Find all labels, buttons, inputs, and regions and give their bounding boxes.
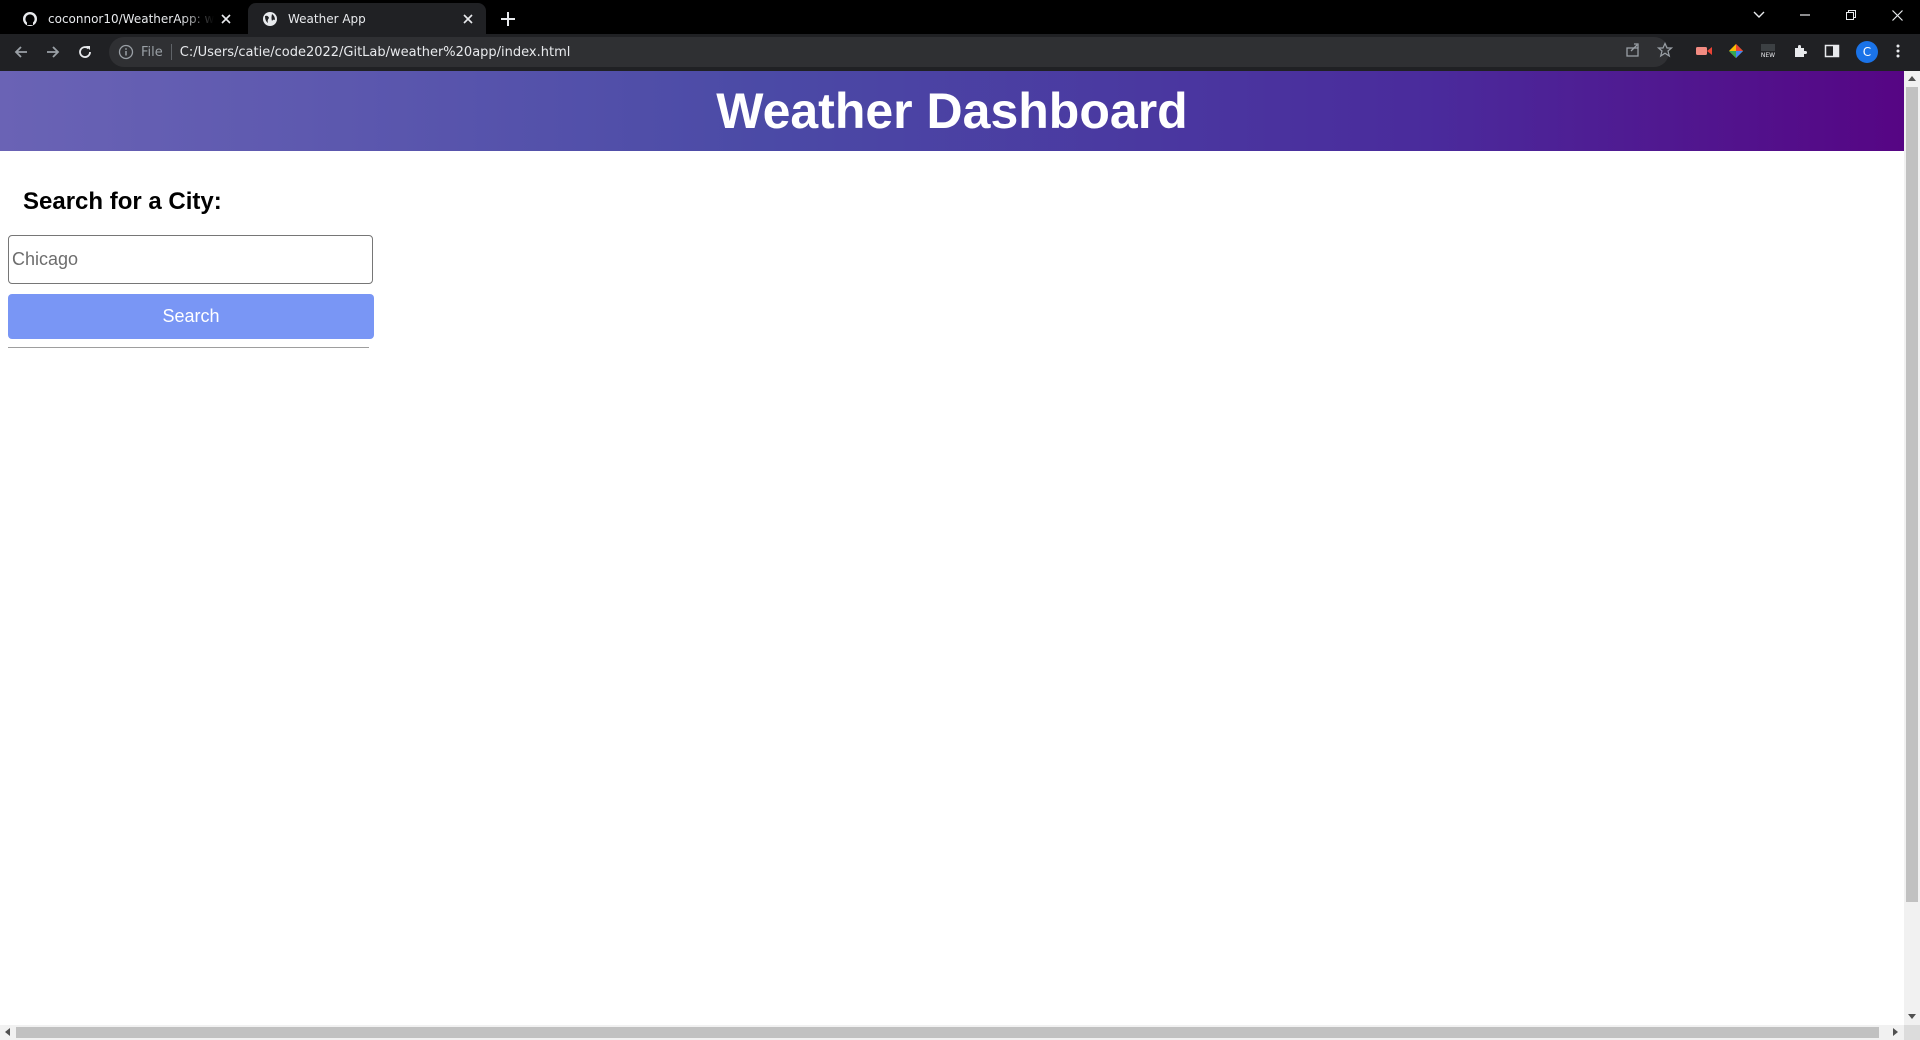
tab-title: coconnor10/WeatherApp: weathe: [48, 11, 214, 26]
new-badge-extension-icon[interactable]: NEW: [1758, 41, 1778, 61]
tab-github[interactable]: coconnor10/WeatherApp: weathe: [8, 3, 244, 34]
horizontal-scroll-thumb[interactable]: [16, 1027, 1879, 1038]
close-window-button[interactable]: [1874, 0, 1920, 30]
page-title: Weather Dashboard: [716, 83, 1188, 139]
scheme-label: File: [141, 44, 163, 60]
page-viewport: Weather Dashboard Search for a City: Sea…: [0, 71, 1904, 1025]
close-icon: [1891, 9, 1903, 21]
arrow-right-icon: [47, 46, 60, 58]
tab-title: Weather App: [288, 11, 366, 26]
search-heading: Search for a City:: [23, 188, 222, 215]
side-panel-icon[interactable]: [1822, 41, 1842, 61]
scroll-down-icon[interactable]: [1908, 1014, 1916, 1019]
kebab-menu-icon[interactable]: [1888, 41, 1908, 61]
tab-weather-app[interactable]: Weather App: [248, 3, 486, 34]
star-icon[interactable]: [1656, 41, 1674, 59]
minimize-button[interactable]: [1782, 0, 1828, 30]
scroll-right-icon[interactable]: [1893, 1028, 1898, 1036]
address-bar[interactable]: File C:/Users/catie/code2022/GitLab/weat…: [109, 37, 1669, 67]
info-icon[interactable]: [118, 44, 134, 60]
horizontal-scrollbar[interactable]: [0, 1025, 1904, 1040]
vertical-scrollbar[interactable]: [1904, 71, 1920, 1025]
scroll-left-icon[interactable]: [5, 1028, 10, 1036]
chevron-down-icon: [1753, 11, 1765, 18]
omnibox-separator: [170, 44, 172, 60]
tab-strip: coconnor10/WeatherApp: weathe Weather Ap…: [0, 0, 1920, 34]
puzzle-icon[interactable]: [1790, 41, 1810, 61]
minimize-icon: [1800, 14, 1810, 16]
github-icon: [22, 11, 38, 27]
globe-icon: [262, 11, 278, 27]
search-history-divider: [8, 347, 369, 348]
reload-button[interactable]: [71, 38, 99, 66]
screencast-extension-icon[interactable]: [1694, 41, 1714, 61]
close-icon[interactable]: [456, 7, 480, 31]
browser-toolbar: File C:/Users/catie/code2022/GitLab/weat…: [0, 34, 1920, 71]
share-icon[interactable]: [1624, 41, 1642, 59]
plus-icon: [501, 12, 515, 26]
vertical-scroll-thumb[interactable]: [1906, 87, 1918, 902]
restore-button[interactable]: [1828, 0, 1874, 30]
close-icon[interactable]: [214, 7, 238, 31]
new-tab-button[interactable]: [494, 5, 522, 33]
scrollbar-corner: [1904, 1025, 1920, 1040]
city-search-input[interactable]: [8, 235, 373, 284]
back-button[interactable]: [7, 38, 35, 66]
color-picker-extension-icon[interactable]: [1726, 41, 1746, 61]
page-header: Weather Dashboard: [0, 71, 1904, 151]
arrow-left-icon: [14, 46, 27, 58]
search-button[interactable]: Search: [8, 294, 374, 339]
forward-button[interactable]: [39, 38, 67, 66]
profile-avatar[interactable]: C: [1856, 41, 1878, 63]
restore-icon: [1846, 10, 1856, 20]
url-text[interactable]: C:/Users/catie/code2022/GitLab/weather%2…: [180, 45, 571, 60]
reload-icon: [79, 46, 91, 58]
scroll-up-icon[interactable]: [1908, 76, 1916, 81]
svg-text:NEW: NEW: [1761, 52, 1775, 59]
tab-search-button[interactable]: [1736, 0, 1782, 30]
